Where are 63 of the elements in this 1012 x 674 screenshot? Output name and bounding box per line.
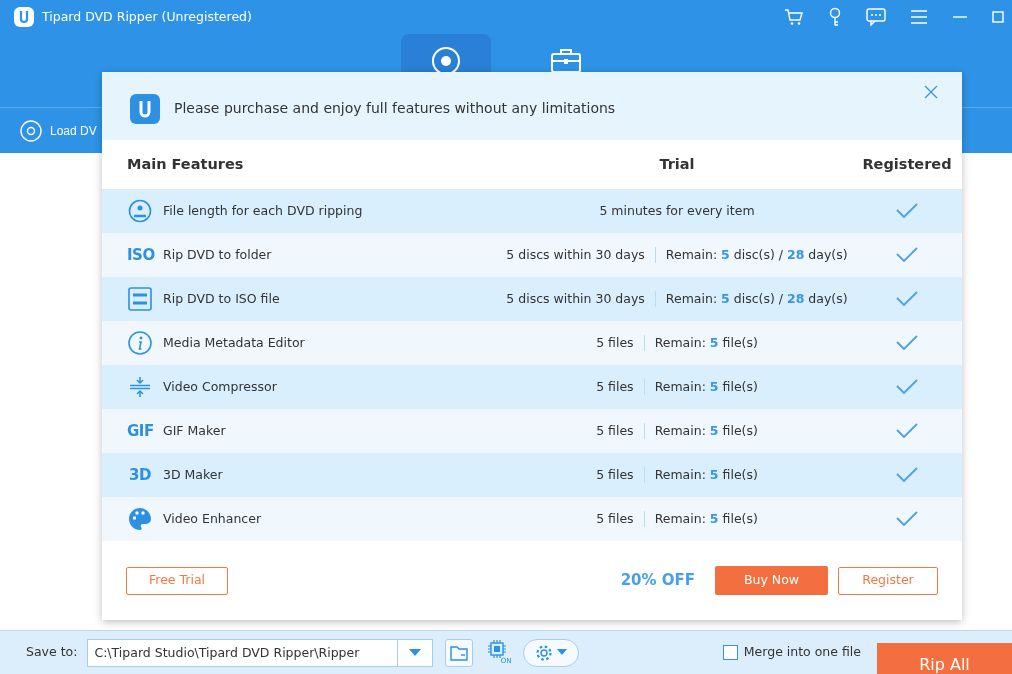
feature-icon-label: 3D: [128, 464, 152, 486]
disc-icon: [20, 119, 42, 142]
trial-limit: 5 files: [596, 333, 634, 352]
rip-all-button[interactable]: Rip All: [877, 643, 1012, 674]
settings-dropdown[interactable]: [523, 638, 580, 667]
feature-name: Video Enhancer: [163, 509, 262, 528]
open-folder-button[interactable]: [445, 638, 474, 667]
cart-icon[interactable]: [784, 8, 804, 26]
free-trial-button[interactable]: Free Trial: [126, 566, 229, 595]
purchase-message: Please purchase and enjoy full features without any limitations: [174, 99, 616, 118]
feature-name: Media Metadata Editor: [163, 333, 305, 352]
maximize-icon[interactable]: [992, 11, 1004, 23]
trial-limit: 5 discs within 30 days: [506, 289, 645, 308]
trial-limit: 5 files: [596, 465, 634, 484]
trial-limit: 5 files: [596, 377, 634, 396]
close-icon: [924, 84, 938, 99]
column-header: Trial: [659, 154, 695, 174]
key-icon[interactable]: [828, 7, 842, 27]
compress-icon: [129, 376, 151, 398]
feature-name: Rip DVD to folder: [163, 245, 272, 264]
save-to-label: Save to:: [26, 643, 78, 662]
menu-icon[interactable]: [910, 10, 928, 24]
feature-name: 3D Maker: [163, 465, 223, 484]
app-logo-icon: [130, 94, 160, 124]
window-title: Tipard DVD Ripper (Unregistered): [42, 7, 252, 26]
trial-limit: 5 files: [596, 421, 634, 440]
trial-limit: 5 minutes for every item: [599, 201, 755, 220]
register-button[interactable]: Register: [838, 566, 938, 595]
merge-label: Merge into one file: [743, 643, 861, 662]
remaining-count: Remain: 5 disc(s) / 28 day(s): [665, 245, 848, 264]
load-dvd-button[interactable]: Load DV: [20, 119, 97, 142]
folder-icon: [450, 644, 469, 661]
save-path-field[interactable]: C:\Tipard Studio\Tipard DVD Ripper\Ripper: [87, 638, 434, 667]
remaining-count: Remain: 5 file(s): [654, 333, 758, 352]
column-header: Registered: [862, 154, 952, 174]
feature-name: Rip DVD to ISO file: [163, 289, 280, 308]
caret-icon: [557, 649, 568, 656]
chat-icon[interactable]: [866, 8, 886, 26]
trial-limit: 5 files: [596, 509, 634, 528]
disc-person-icon: [128, 199, 152, 223]
feature-name: GIF Maker: [163, 421, 226, 440]
caret-icon: [409, 648, 422, 657]
dvd-iso-icon: [128, 287, 152, 311]
settings-icon: [535, 643, 554, 662]
trial-limit: 5 discs within 30 days: [506, 245, 645, 264]
buy-now-button[interactable]: Buy Now: [715, 566, 828, 595]
feature-name: Video Compressor: [163, 377, 277, 396]
feature-name: File length for each DVD ripping: [163, 201, 363, 220]
remaining-count: Remain: 5 file(s): [654, 465, 758, 484]
column-header: Main Features: [127, 155, 244, 172]
feature-icon-label: GIF: [127, 420, 153, 442]
palette-icon: [128, 507, 152, 531]
remaining-count: Remain: 5 file(s): [654, 421, 758, 440]
info-icon: [128, 331, 152, 355]
app-logo-icon: [14, 7, 34, 27]
remaining-count: Remain: 5 file(s): [654, 377, 758, 396]
merge-checkbox[interactable]: [722, 645, 738, 660]
chip-icon: [488, 640, 507, 658]
remaining-count: Remain: 5 file(s): [654, 509, 758, 528]
discount-label: 20% OFF: [620, 570, 695, 592]
remaining-count: Remain: 5 disc(s) / 28 day(s): [665, 289, 848, 308]
feature-icon-label: ISO: [127, 244, 153, 266]
toolbox-icon: [551, 47, 581, 74]
